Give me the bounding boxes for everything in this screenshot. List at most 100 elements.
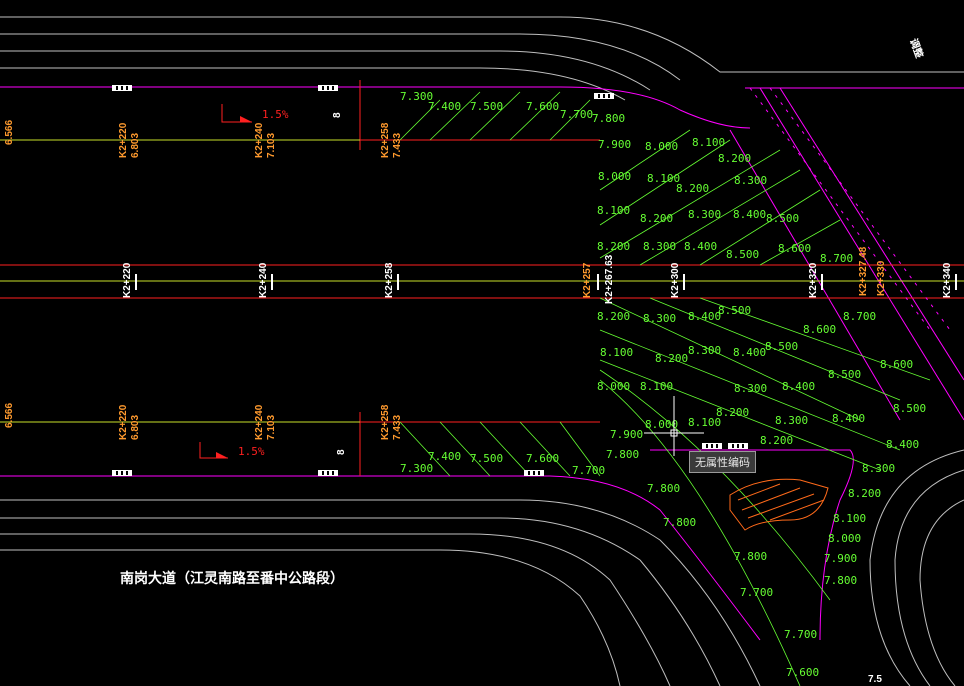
road-marker bbox=[524, 470, 544, 476]
elevation-label: 8.200 bbox=[597, 310, 630, 323]
road-marker bbox=[318, 85, 338, 91]
station-label: K2+327.48 bbox=[858, 246, 869, 296]
elevation-label: 7.900 bbox=[610, 428, 643, 441]
elevation-label: 8.700 bbox=[843, 310, 876, 323]
station-elev-label: 6.803 bbox=[130, 133, 141, 158]
station-label: K2+240 bbox=[258, 262, 269, 298]
elevation-label: 7.300 bbox=[400, 462, 433, 475]
elevation-label: 8.100 bbox=[600, 346, 633, 359]
road-edge-lines bbox=[0, 86, 964, 641]
road-title: 南岗大道（江灵南路至番中公路段） bbox=[120, 570, 344, 587]
station-label: K2+340 bbox=[942, 262, 953, 298]
elevation-label: 8.100 bbox=[640, 380, 673, 393]
dimension-label: 8 bbox=[332, 112, 343, 118]
elevation-label: 8.400 bbox=[684, 240, 717, 253]
paving-hatch bbox=[729, 478, 829, 531]
edge-elevation-label: 6.566 bbox=[4, 403, 15, 428]
elevation-label: 7.700 bbox=[572, 464, 605, 477]
station-label: K2+220 bbox=[118, 404, 129, 440]
station-elev-label: 7.103 bbox=[266, 133, 277, 158]
elevation-label: 8.000 bbox=[597, 380, 630, 393]
station-label: K2+220 bbox=[118, 122, 129, 158]
elevation-label: 8.700 bbox=[820, 252, 853, 265]
cad-canvas[interactable]: 1.5% 1.5% 8 8 6.566 6.566 K2+220 6.803 K… bbox=[0, 0, 964, 686]
elevation-labels: 7.3007.400 7.500 7.6007.7007.8007.900 8.000… bbox=[400, 90, 926, 679]
elevation-label: 7.700 bbox=[740, 586, 773, 599]
slope-label: 1.5% bbox=[262, 108, 289, 121]
elevation-label: 8.000 bbox=[828, 532, 861, 545]
elevation-label: 7.600 bbox=[526, 452, 559, 465]
elevation-label: 8.600 bbox=[803, 323, 836, 336]
elevation-label: 8.000 bbox=[645, 140, 678, 153]
elevation-label: 7.900 bbox=[598, 138, 631, 151]
elevation-label: 8.400 bbox=[733, 208, 766, 221]
station-label: K2+257 bbox=[582, 262, 593, 298]
centerline-band bbox=[0, 80, 964, 476]
right-boundary-dashes bbox=[749, 87, 951, 331]
elevation-label: 7.600 bbox=[786, 666, 819, 679]
elevation-label: 7.800 bbox=[734, 550, 767, 563]
elevation-label: 8.500 bbox=[828, 368, 861, 381]
elevation-label: 7.900 bbox=[824, 552, 857, 565]
slope-label: 1.5% bbox=[238, 445, 265, 458]
elevation-label: 8.100 bbox=[692, 136, 725, 149]
elevation-label: 8.300 bbox=[688, 344, 721, 357]
road-marker bbox=[112, 85, 132, 91]
station-elev-label: 7.103 bbox=[266, 415, 277, 440]
station-label: K2+220 bbox=[122, 262, 133, 298]
dimension-label: 8 bbox=[336, 449, 347, 455]
elevation-label: 8.500 bbox=[893, 402, 926, 415]
elevation-label: 8.100 bbox=[833, 512, 866, 525]
elevation-label: 8.400 bbox=[782, 380, 815, 393]
elevation-label: 7.400 bbox=[428, 450, 461, 463]
station-label: K2+258 bbox=[380, 122, 391, 158]
station-label: K2+240 bbox=[254, 122, 265, 158]
slope-annotation-1: 1.5% bbox=[221, 104, 289, 123]
elevation-label: 8.500 bbox=[718, 304, 751, 317]
elevation-label: 8.300 bbox=[734, 382, 767, 395]
corner-note: 调整 bbox=[907, 37, 926, 60]
elevation-label: 8.400 bbox=[688, 310, 721, 323]
elevation-label: 7.800 bbox=[647, 482, 680, 495]
station-label: K2+258 bbox=[384, 262, 395, 298]
elevation-label: 8.200 bbox=[718, 152, 751, 165]
slope-annotation-2: 1.5% bbox=[199, 442, 265, 459]
station-label: K2+330 bbox=[876, 260, 887, 296]
road-marker bbox=[112, 470, 132, 476]
elevation-label: 8.300 bbox=[775, 414, 808, 427]
elevation-label: 7.700 bbox=[784, 628, 817, 641]
elevation-label: 7.500 bbox=[470, 452, 503, 465]
elevation-label: 8.000 bbox=[598, 170, 631, 183]
elevation-label: 8.300 bbox=[862, 462, 895, 475]
station-label: K2+258 bbox=[380, 404, 391, 440]
elevation-label: 7.500 bbox=[470, 100, 503, 113]
tooltip: 无属性编码 bbox=[689, 451, 756, 473]
station-label: K2+320 bbox=[808, 262, 819, 298]
station-label: K2+240 bbox=[254, 404, 265, 440]
elevation-label: 7.800 bbox=[606, 448, 639, 461]
elevation-label: 8.200 bbox=[716, 406, 749, 419]
elevation-label: 8.400 bbox=[733, 346, 766, 359]
station-elev-label: 6.803 bbox=[130, 415, 141, 440]
elevation-label: 8.200 bbox=[597, 240, 630, 253]
elevation-label: 8.200 bbox=[676, 182, 709, 195]
elevation-label: 8.300 bbox=[643, 240, 676, 253]
elevation-label: 8.600 bbox=[880, 358, 913, 371]
elevation-label: 8.400 bbox=[886, 438, 919, 451]
station-label: K2+267.63 bbox=[604, 254, 615, 304]
elevation-label: 8.000 bbox=[645, 418, 678, 431]
elevation-label: 8.500 bbox=[765, 340, 798, 353]
elevation-label: 8.200 bbox=[640, 212, 673, 225]
corner-value: 7.5 bbox=[868, 674, 882, 685]
edge-elevation-label: 6.566 bbox=[4, 120, 15, 145]
elevation-label: 8.300 bbox=[734, 174, 767, 187]
elevation-label: 7.700 bbox=[560, 108, 593, 121]
road-marker bbox=[728, 443, 748, 449]
elevation-label: 8.100 bbox=[597, 204, 630, 217]
elevation-label: 7.400 bbox=[428, 100, 461, 113]
station-label: K2+300 bbox=[670, 262, 681, 298]
elevation-label: 8.300 bbox=[643, 312, 676, 325]
elevation-label: 8.200 bbox=[848, 487, 881, 500]
road-marker bbox=[702, 443, 722, 449]
elevation-label: 7.800 bbox=[824, 574, 857, 587]
